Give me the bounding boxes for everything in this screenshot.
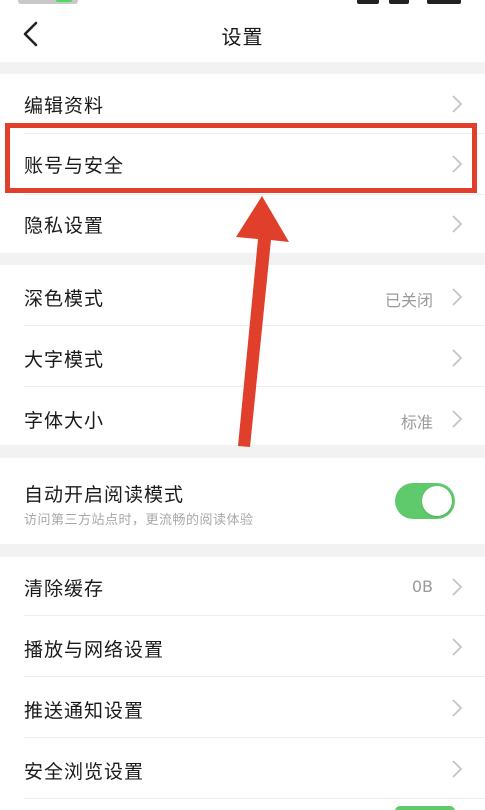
- status-right: [347, 0, 467, 4]
- font-size-value: 标准: [400, 413, 433, 432]
- auto-reading-mode-description: 访问第三方站点时，更流畅的阅读体验: [24, 513, 254, 528]
- safe-browsing-label: 安全浏览设置: [24, 761, 145, 783]
- dark-mode-value: 已关闭: [384, 291, 433, 310]
- chevron-right-icon: [451, 287, 463, 307]
- chevron-right-icon: [451, 409, 463, 429]
- account-security-label: 账号与安全: [24, 155, 125, 177]
- chevron-right-icon: [451, 154, 463, 174]
- chevron-right-icon: [451, 214, 463, 234]
- font-size-row[interactable]: 字体大小 标准: [0, 387, 485, 445]
- section-gap: [0, 62, 485, 74]
- chevron-right-icon: [451, 577, 463, 597]
- nav-bar: 设置: [0, 6, 485, 62]
- large-text-mode-label: 大字模式: [24, 349, 105, 371]
- push-notifications-row[interactable]: 推送通知设置: [0, 677, 485, 737]
- dark-mode-row[interactable]: 深色模式 已关闭: [0, 265, 485, 325]
- battery-icon: [56, 0, 72, 2]
- auto-reading-mode-row: 自动开启阅读模式 访问第三方站点时，更流畅的阅读体验: [0, 458, 485, 544]
- edit-profile-row[interactable]: 编辑资料: [0, 74, 485, 134]
- chevron-right-icon: [451, 348, 463, 368]
- toggle-knob: [422, 486, 452, 516]
- playback-network-row[interactable]: 播放与网络设置: [0, 616, 485, 676]
- account-security-row[interactable]: 账号与安全: [0, 134, 485, 194]
- large-text-mode-row[interactable]: 大字模式: [0, 326, 485, 386]
- privacy-settings-row[interactable]: 隐私设置: [0, 195, 485, 253]
- section-gap: [0, 253, 485, 265]
- dark-mode-label: 深色模式: [24, 288, 105, 310]
- auto-reading-mode-toggle[interactable]: [395, 483, 455, 519]
- chevron-right-icon: [451, 698, 463, 718]
- next-row-toggle[interactable]: [395, 806, 455, 810]
- safe-browsing-row[interactable]: 安全浏览设置: [0, 738, 485, 798]
- divider: [24, 798, 485, 799]
- clear-cache-row[interactable]: 清除缓存 0B: [0, 557, 485, 615]
- chevron-right-icon: [451, 637, 463, 657]
- page-title: 设置: [221, 25, 264, 49]
- clear-cache-value: 0B: [411, 577, 433, 596]
- push-notifications-label: 推送通知设置: [24, 700, 145, 722]
- status-left: [18, 0, 78, 4]
- section-gap: [0, 445, 485, 458]
- playback-network-label: 播放与网络设置: [24, 639, 165, 661]
- chevron-right-icon: [451, 94, 463, 114]
- section-gap: [0, 544, 485, 557]
- font-size-label: 字体大小: [24, 410, 105, 432]
- privacy-settings-label: 隐私设置: [24, 215, 105, 237]
- chevron-right-icon: [451, 759, 463, 779]
- edit-profile-label: 编辑资料: [24, 95, 105, 117]
- clear-cache-label: 清除缓存: [24, 578, 105, 600]
- auto-reading-mode-label: 自动开启阅读模式: [24, 484, 185, 506]
